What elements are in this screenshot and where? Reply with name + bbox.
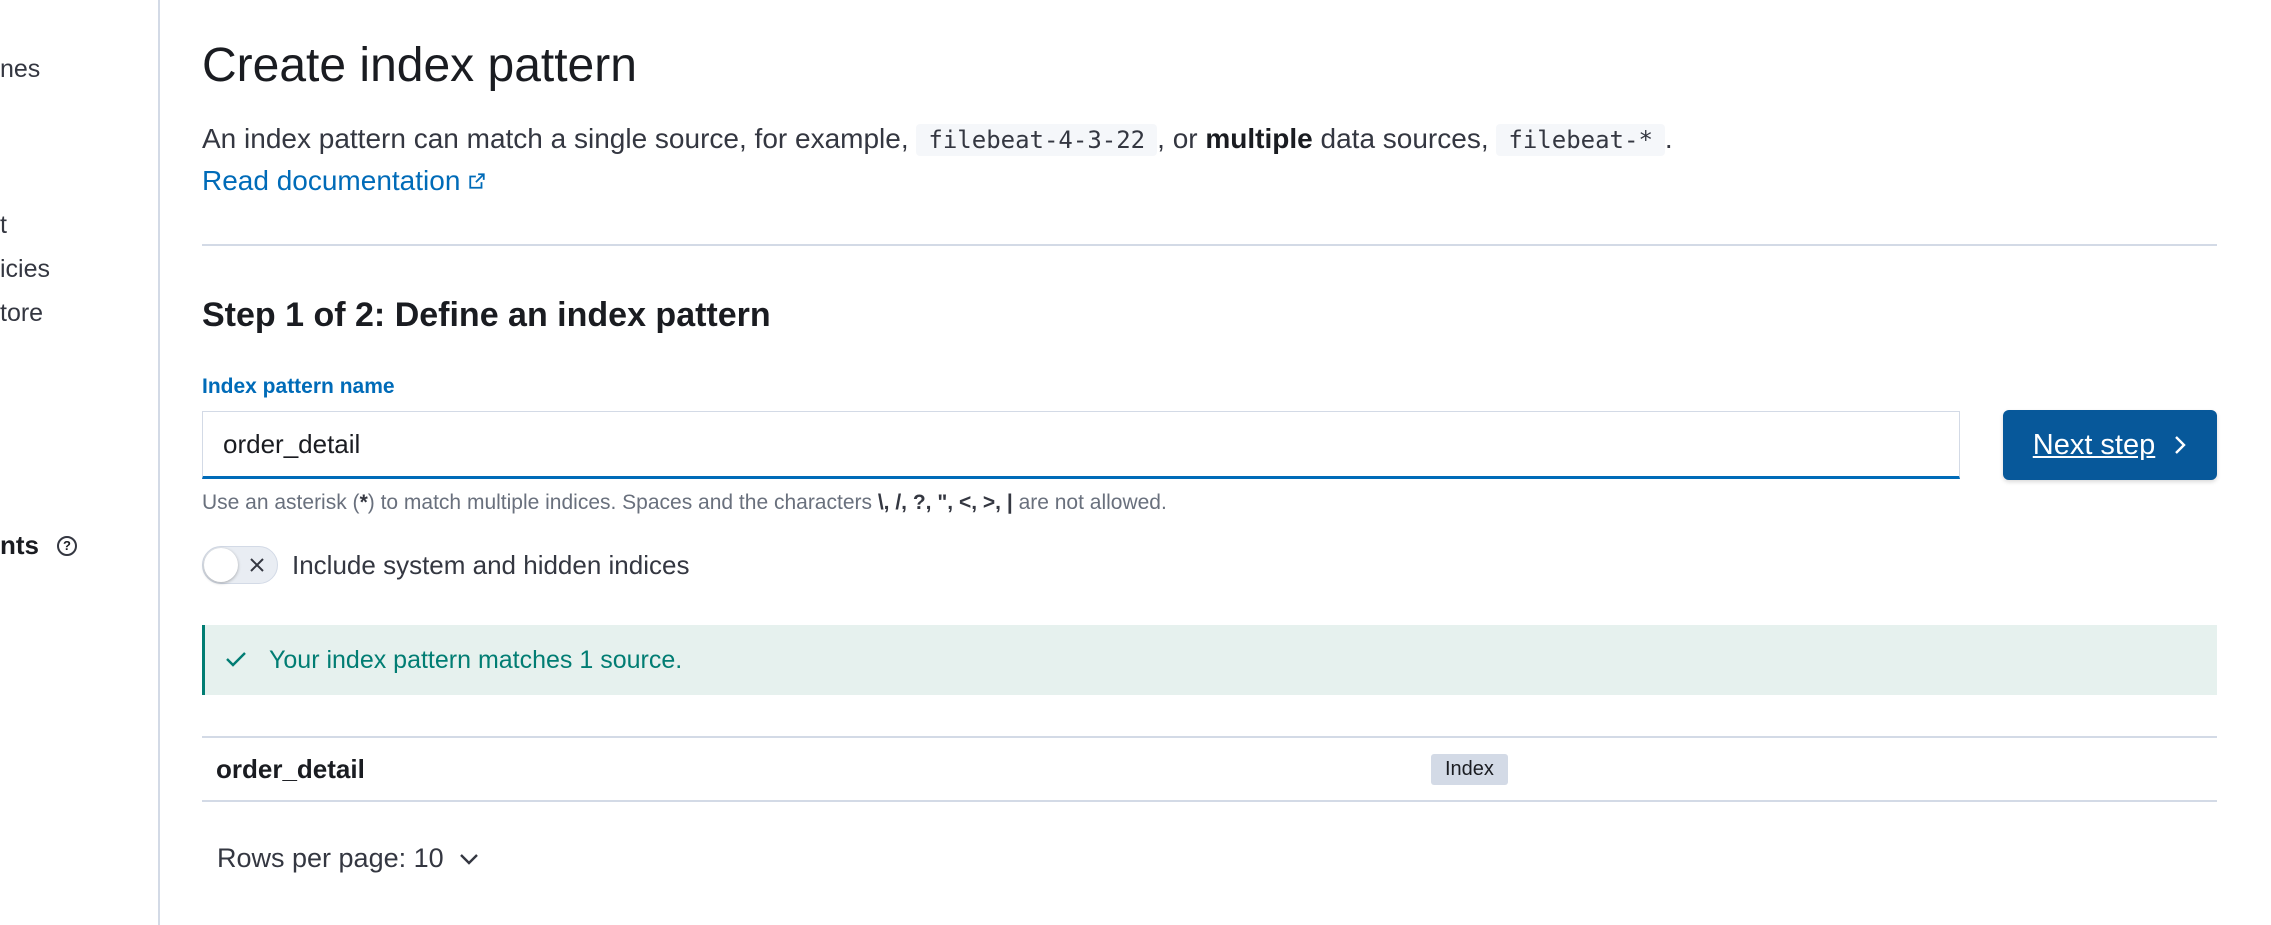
sidebar-item-4[interactable]: tore (0, 301, 43, 326)
main-content: Create index pattern An index pattern ca… (202, 0, 2217, 925)
sidebar: nes t icies tore nts ? (0, 0, 160, 925)
index-pattern-name-field (202, 411, 1960, 479)
matched-sources-table: order_detail Index (202, 736, 2217, 802)
rows-per-page-label: Rows per page: 10 (217, 843, 444, 873)
sidebar-section-heading: nts ? (0, 530, 77, 561)
description-text: , or (1157, 123, 1198, 154)
help-icon[interactable]: ? (57, 535, 77, 556)
page-description: An index pattern can match a single sour… (202, 118, 1673, 161)
help-text-chars: \, /, ?, ", <, >, | (877, 491, 1013, 514)
help-text-part: Use an asterisk ( (202, 491, 360, 514)
chevron-right-icon (2173, 434, 2187, 456)
page-title: Create index pattern (202, 39, 637, 92)
sidebar-item-1[interactable]: nes (0, 57, 40, 82)
chevron-down-icon (458, 852, 480, 866)
section-divider (202, 244, 2217, 246)
close-icon (247, 555, 267, 580)
help-text-asterisk: * (359, 491, 368, 514)
include-hidden-label[interactable]: Include system and hidden indices (292, 550, 689, 581)
help-text-part: ) to match multiple indices. Spaces and … (367, 491, 872, 514)
switch-knob (204, 548, 238, 582)
index-pattern-name-label: Index pattern name (202, 375, 395, 398)
next-step-button[interactable]: Next step (2003, 410, 2217, 480)
index-pattern-help-text: Use an asterisk (*) to match multiple in… (202, 491, 1167, 515)
include-hidden-toggle-row: Include system and hidden indices (202, 546, 689, 584)
external-link-icon (468, 172, 486, 190)
description-text: . (1664, 123, 1673, 154)
next-step-label: Next step (2032, 428, 2156, 461)
match-message: Your index pattern matches 1 source. (269, 645, 683, 674)
table-row: order_detail Index (202, 736, 2217, 802)
read-documentation-label: Read documentation (202, 165, 461, 196)
rows-per-page-selector[interactable]: Rows per page: 10 (217, 843, 480, 874)
example-code-single: filebeat-4-3-22 (916, 124, 1158, 156)
sidebar-section-heading-label: nts (0, 530, 39, 560)
description-text: data sources, (1320, 123, 1489, 154)
sidebar-item-3[interactable]: icies (0, 257, 50, 282)
help-text-part: are not allowed. (1018, 491, 1167, 514)
match-callout: Your index pattern matches 1 source. (202, 625, 2217, 695)
example-code-multiple: filebeat-* (1496, 124, 1665, 156)
description-bold: multiple (1205, 123, 1313, 154)
step-title: Step 1 of 2: Define an index pattern (202, 296, 771, 334)
include-hidden-switch[interactable] (202, 546, 278, 584)
sidebar-item-2[interactable]: t (0, 213, 7, 238)
description-text: An index pattern can match a single sour… (202, 123, 909, 154)
index-pattern-name-input[interactable] (203, 412, 1959, 476)
check-icon (225, 646, 247, 675)
source-name: order_detail (216, 753, 365, 784)
read-documentation-link[interactable]: Read documentation (202, 165, 486, 197)
index-badge: Index (1431, 753, 1508, 785)
